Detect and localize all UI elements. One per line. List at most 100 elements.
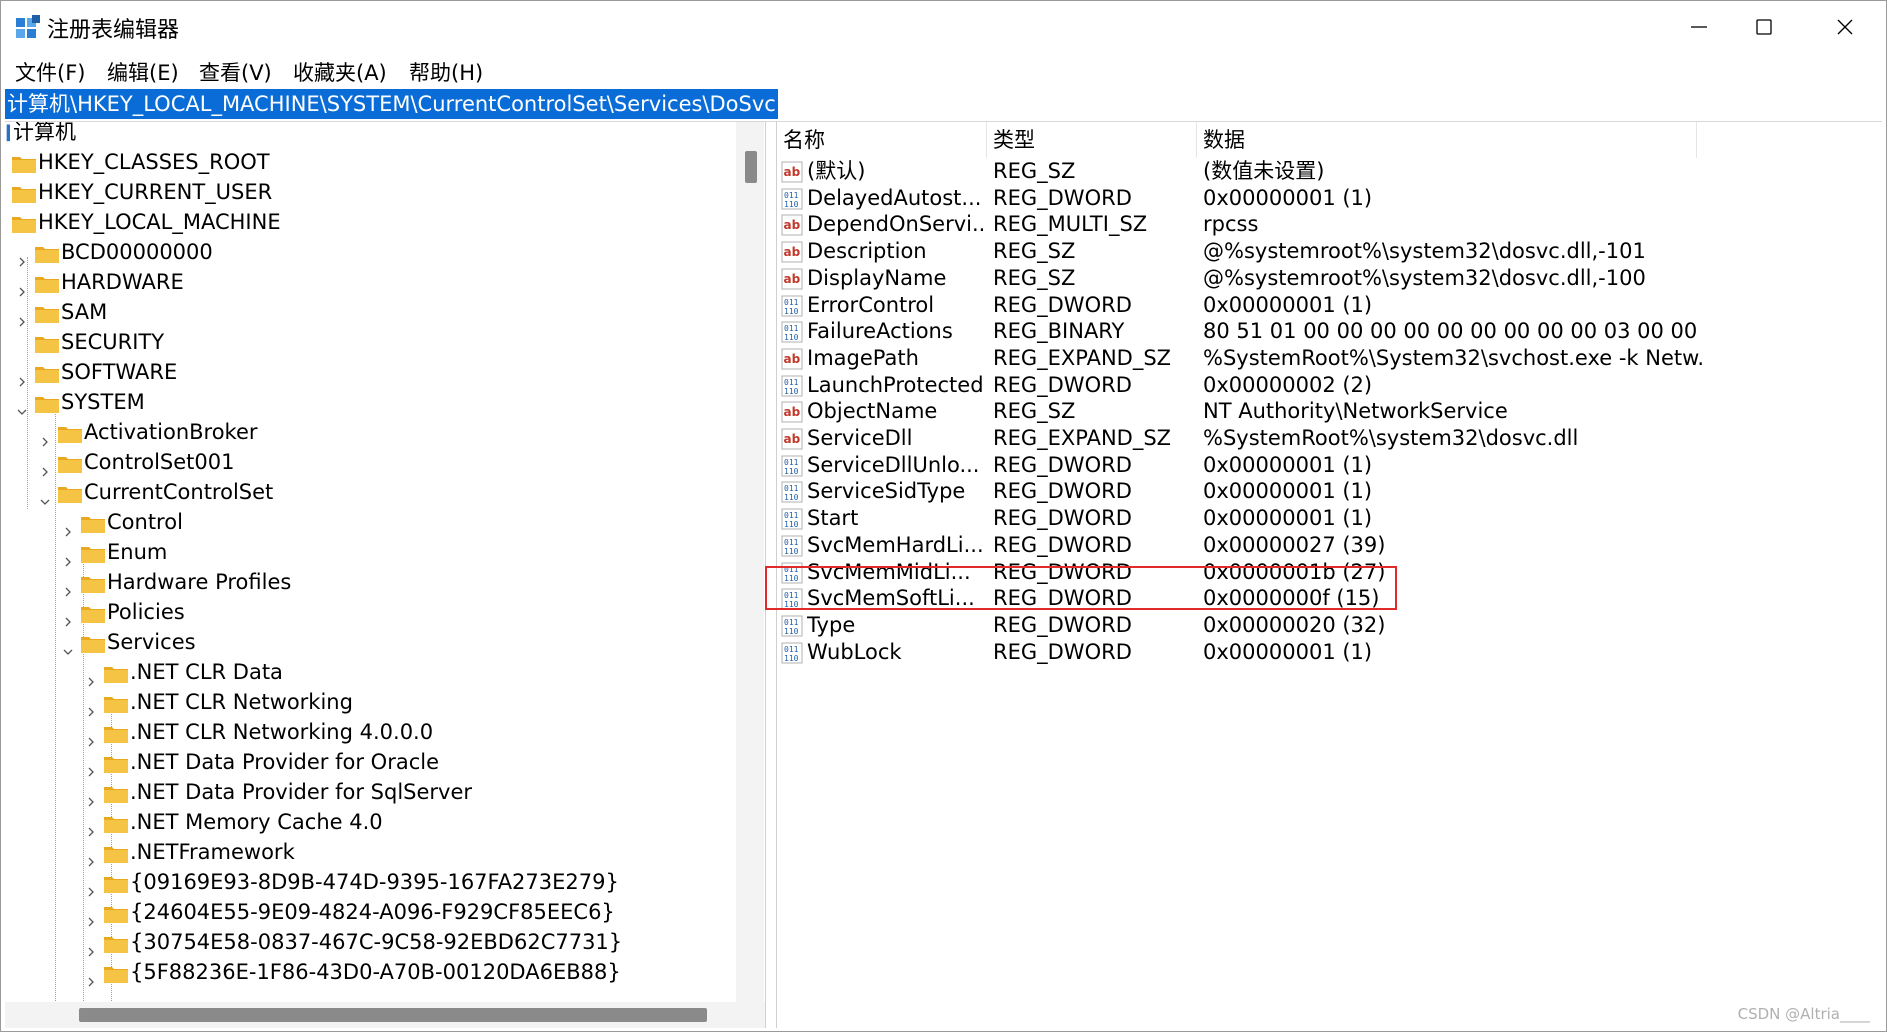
svg-text:011: 011	[784, 618, 799, 627]
tree-horizontal-scroll-thumb[interactable]	[79, 1008, 707, 1022]
svg-text:011: 011	[784, 538, 799, 547]
menu-file[interactable]: 文件(F)	[13, 57, 87, 87]
svg-text:011: 011	[784, 191, 799, 200]
chevron-right-icon[interactable]	[85, 876, 97, 897]
chevron-right-icon[interactable]	[85, 936, 97, 957]
svg-text:ab: ab	[784, 218, 801, 232]
tree-item-label: SAM	[61, 300, 108, 324]
column-header-data[interactable]: 数据	[1197, 122, 1697, 158]
folder-icon	[103, 692, 129, 713]
tree-item-label: HKEY_LOCAL_MACHINE	[38, 210, 281, 234]
svg-text:110: 110	[784, 627, 799, 636]
chevron-right-icon[interactable]	[85, 846, 97, 867]
chevron-right-icon[interactable]	[62, 516, 74, 537]
tree-item-label: ActivationBroker	[84, 420, 258, 444]
value-row[interactable]: 011 110 WubLock REG_DWORD 0x00000001 (1)	[777, 636, 1877, 668]
tree-item-label: .NET CLR Networking	[130, 690, 353, 714]
tree-vertical-scroll-thumb[interactable]	[745, 151, 757, 183]
tree-item-label: CurrentControlSet	[84, 480, 274, 504]
registry-editor-window: 注册表编辑器 文件(F) 编辑(E) 查看(V) 收藏夹(A) 帮助(H) 计算…	[0, 0, 1887, 1032]
chevron-right-icon[interactable]	[85, 816, 97, 837]
minimize-icon	[1691, 26, 1707, 28]
tree-item-label: BCD00000000	[61, 240, 213, 264]
chevron-right-icon[interactable]	[85, 966, 97, 987]
chevron-right-icon[interactable]	[85, 726, 97, 747]
chevron-right-icon[interactable]	[85, 786, 97, 807]
svg-text:011: 011	[784, 511, 799, 520]
chevron-right-icon[interactable]	[62, 606, 74, 627]
svg-text:ab: ab	[784, 165, 801, 179]
chevron-right-icon[interactable]	[85, 906, 97, 927]
folder-icon	[103, 872, 129, 893]
menu-view[interactable]: 查看(V)	[197, 57, 274, 87]
binary-value-icon: 011 110	[781, 641, 803, 664]
binary-value-icon: 011 110	[781, 320, 803, 343]
string-value-icon: ab	[781, 347, 803, 370]
binary-value-icon: 011 110	[781, 507, 803, 530]
string-value-icon: ab	[781, 267, 803, 290]
folder-icon	[103, 812, 129, 833]
folder-icon	[11, 182, 37, 203]
svg-text:110: 110	[784, 654, 799, 663]
chevron-right-icon[interactable]	[39, 456, 51, 477]
tree-item-label: SOFTWARE	[61, 360, 178, 384]
folder-icon	[103, 932, 129, 953]
title-bar[interactable]: 注册表编辑器	[1, 1, 1886, 53]
address-bar[interactable]: 计算机\HKEY_LOCAL_MACHINE\SYSTEM\CurrentCon…	[5, 89, 1882, 122]
column-header-name[interactable]: 名称	[777, 122, 987, 158]
chevron-right-icon[interactable]	[62, 546, 74, 567]
column-header-type[interactable]: 类型	[987, 122, 1197, 158]
chevron-down-icon[interactable]	[16, 396, 28, 415]
svg-text:011: 011	[784, 645, 799, 654]
minimize-button[interactable]	[1663, 1, 1735, 53]
folder-icon	[57, 452, 83, 473]
address-path[interactable]: 计算机\HKEY_LOCAL_MACHINE\SYSTEM\CurrentCon…	[5, 89, 778, 119]
tree-item-label: {5F88236E-1F86-43D0-A70B-00120DA6EB88}	[130, 960, 621, 984]
string-value-icon: ab	[781, 213, 803, 236]
svg-text:110: 110	[784, 493, 799, 502]
chevron-down-icon[interactable]	[62, 636, 74, 655]
binary-value-icon: 011 110	[781, 454, 803, 477]
tree-item-label: .NET Memory Cache 4.0	[130, 810, 383, 834]
svg-text:011: 011	[784, 458, 799, 467]
window-title: 注册表编辑器	[47, 18, 180, 43]
chevron-right-icon[interactable]	[16, 366, 28, 387]
key-tree-pane[interactable]: 计算机 HKEY_CLASSES_ROOT HKEY_CURRENT_USER HKE…	[5, 122, 765, 1002]
folder-icon	[80, 632, 106, 653]
tree-vertical-scrollbar[interactable]	[736, 122, 764, 1002]
svg-text:ab: ab	[784, 352, 801, 366]
chevron-right-icon[interactable]	[62, 576, 74, 597]
chevron-right-icon[interactable]	[16, 246, 28, 267]
menu-favorites[interactable]: 收藏夹(A)	[291, 57, 389, 87]
chevron-right-icon[interactable]	[85, 696, 97, 717]
tree-item-label: {09169E93-8D9B-474D-9395-167FA273E279}	[130, 870, 619, 894]
chevron-right-icon[interactable]	[85, 666, 97, 687]
maximize-button[interactable]	[1728, 1, 1800, 53]
chevron-right-icon[interactable]	[85, 756, 97, 777]
folder-icon	[103, 902, 129, 923]
svg-text:110: 110	[784, 467, 799, 476]
chevron-down-icon[interactable]	[39, 486, 51, 505]
svg-text:110: 110	[784, 387, 799, 396]
tree-item-label: Hardware Profiles	[107, 570, 292, 594]
folder-icon	[34, 332, 60, 353]
tree-item-label: .NET Data Provider for Oracle	[130, 750, 439, 774]
value-name: WubLock	[807, 639, 902, 664]
svg-text:ab: ab	[784, 245, 801, 259]
string-value-icon: ab	[781, 427, 803, 450]
chevron-right-icon[interactable]	[39, 426, 51, 447]
menu-edit[interactable]: 编辑(E)	[105, 57, 181, 87]
close-button[interactable]	[1809, 1, 1881, 53]
folder-icon	[103, 962, 129, 983]
menu-help[interactable]: 帮助(H)	[407, 57, 485, 87]
folder-icon	[103, 842, 129, 863]
svg-text:011: 011	[784, 298, 799, 307]
chevron-right-icon[interactable]	[16, 276, 28, 297]
svg-text:ab: ab	[784, 405, 801, 419]
svg-text:011: 011	[784, 484, 799, 493]
folder-icon	[80, 512, 106, 533]
tree-item-label: SECURITY	[61, 330, 165, 354]
tree-item-label: .NET Data Provider for SqlServer	[130, 780, 473, 804]
chevron-right-icon[interactable]	[16, 306, 28, 327]
tree-item-label: SYSTEM	[61, 390, 145, 414]
